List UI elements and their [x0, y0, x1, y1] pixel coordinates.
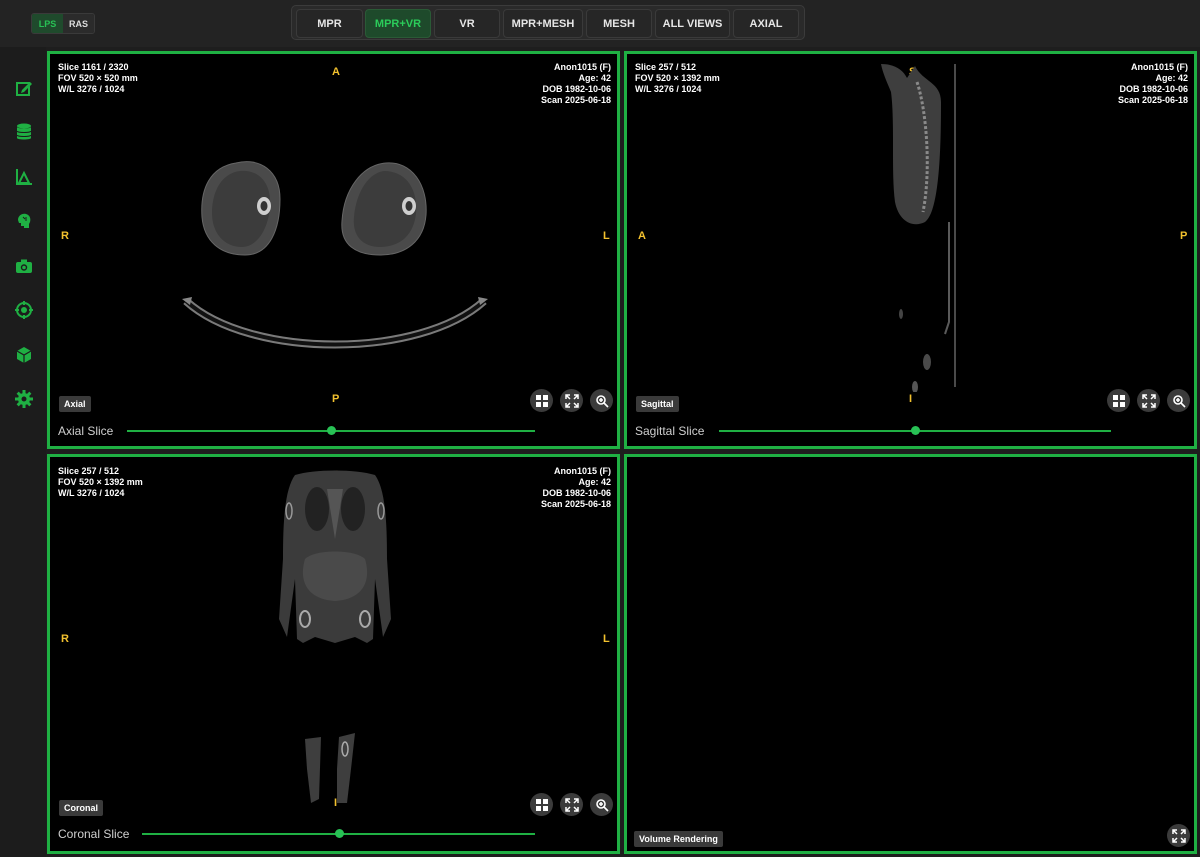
- window-level-info: W/L 3276 / 1024: [58, 84, 125, 94]
- layout-grid-button[interactable]: [530, 389, 553, 412]
- expand-icon: [564, 393, 579, 408]
- view-mpr-button[interactable]: MPR: [296, 9, 363, 38]
- patient-name: Anon1015 (F): [553, 62, 611, 72]
- view-mode-bar: MPR MPR+VR VR MPR+MESH MESH ALL VIEWS AX…: [291, 5, 805, 40]
- volume-rendering-viewport[interactable]: Volume Rendering: [624, 454, 1197, 854]
- grid-icon: [1112, 394, 1125, 407]
- orientation-top: A: [332, 66, 340, 78]
- patient-dob: DOB 1982-10-06: [542, 488, 611, 498]
- orientation-left: A: [638, 230, 646, 242]
- patient-name: Anon1015 (F): [1130, 62, 1188, 72]
- view-mpr-vr-button[interactable]: MPR+VR: [365, 9, 431, 38]
- view-mpr-mesh-button[interactable]: MPR+MESH: [503, 9, 583, 38]
- edit-icon[interactable]: [14, 78, 34, 98]
- slider-label: Coronal Slice: [58, 827, 130, 841]
- orientation-right: P: [1180, 230, 1188, 242]
- measure-icon[interactable]: [14, 167, 34, 187]
- axial-info-right: Anon1015 (F) Age: 42 DOB 1982-10-06 Scan…: [541, 62, 611, 106]
- maximize-button[interactable]: [1167, 824, 1190, 847]
- scan-date: Scan 2025-06-18: [540, 499, 611, 509]
- slice-info: Slice 257 / 512: [635, 62, 697, 72]
- sagittal-viewport[interactable]: Slice 257 / 512 FOV 520 × 1392 mm W/L 32…: [624, 51, 1197, 449]
- patient-age: Age: 42: [578, 73, 611, 83]
- coronal-ct-image: [279, 470, 391, 803]
- patient-age: Age: 42: [578, 477, 611, 487]
- view-vr-button[interactable]: VR: [434, 9, 500, 38]
- database-icon[interactable]: [14, 122, 34, 142]
- window-level-info: W/L 3276 / 1024: [58, 488, 125, 498]
- maximize-button[interactable]: [560, 793, 583, 816]
- view-axial-button[interactable]: AXIAL: [733, 9, 799, 38]
- zoom-icon: [1172, 394, 1186, 408]
- slider-thumb[interactable]: [327, 426, 336, 435]
- view-mesh-button[interactable]: MESH: [586, 9, 652, 38]
- patient-name: Anon1015 (F): [553, 466, 611, 476]
- zoom-button[interactable]: [590, 793, 613, 816]
- scan-date: Scan 2025-06-18: [1117, 95, 1188, 105]
- sagittal-info-left: Slice 257 / 512 FOV 520 × 1392 mm W/L 32…: [635, 62, 720, 95]
- viewport-label: Coronal: [59, 800, 104, 816]
- axial-ct-image: [182, 161, 488, 349]
- slider-label: Axial Slice: [58, 424, 114, 438]
- fov-info: FOV 520 × 520 mm: [58, 73, 138, 83]
- axial-viewport[interactable]: Slice 1161 / 2320 FOV 520 × 520 mm W/L 3…: [47, 51, 620, 449]
- coronal-viewport[interactable]: Slice 257 / 512 FOV 520 × 1392 mm W/L 32…: [47, 454, 620, 854]
- slice-info: Slice 257 / 512: [58, 466, 120, 476]
- fov-info: FOV 520 × 1392 mm: [58, 477, 143, 487]
- expand-icon: [1171, 828, 1186, 843]
- slider-label: Sagittal Slice: [635, 424, 705, 438]
- expand-icon: [564, 797, 579, 812]
- zoom-button[interactable]: [590, 389, 613, 412]
- tool-sidebar: [0, 47, 46, 857]
- layout-grid-button[interactable]: [530, 793, 553, 816]
- viewport-label: Sagittal: [636, 396, 679, 412]
- lps-button[interactable]: LPS: [32, 14, 63, 33]
- sagittal-ct-image: [881, 64, 956, 392]
- ras-button[interactable]: RAS: [63, 14, 94, 33]
- sagittal-slice-slider[interactable]: [719, 426, 1111, 435]
- window-level-info: W/L 3276 / 1024: [635, 84, 702, 94]
- maximize-button[interactable]: [1137, 389, 1160, 412]
- orientation-left: R: [61, 633, 69, 645]
- patient-age: Age: 42: [1155, 73, 1188, 83]
- coordinate-system-toggle: LPS RAS: [31, 13, 95, 34]
- axial-slice-slider[interactable]: [127, 426, 535, 435]
- patient-dob: DOB 1982-10-06: [1119, 84, 1188, 94]
- brain-icon[interactable]: [14, 211, 34, 231]
- coronal-slice-slider[interactable]: [142, 829, 535, 838]
- orientation-left: R: [61, 230, 69, 242]
- coronal-info-right: Anon1015 (F) Age: 42 DOB 1982-10-06 Scan…: [541, 466, 611, 510]
- maximize-button[interactable]: [560, 389, 583, 412]
- orientation-right: L: [603, 230, 610, 242]
- fov-info: FOV 520 × 1392 mm: [635, 73, 720, 83]
- patient-dob: DOB 1982-10-06: [542, 84, 611, 94]
- settings-icon[interactable]: [14, 389, 34, 409]
- camera-icon[interactable]: [14, 256, 34, 276]
- view-all-views-button[interactable]: ALL VIEWS: [655, 9, 730, 38]
- zoom-icon: [595, 798, 609, 812]
- orientation-bottom: P: [332, 393, 340, 405]
- zoom-icon: [595, 394, 609, 408]
- scan-date: Scan 2025-06-18: [540, 95, 611, 105]
- slider-thumb[interactable]: [911, 426, 920, 435]
- slice-info: Slice 1161 / 2320: [58, 62, 129, 72]
- grid-icon: [535, 798, 548, 811]
- axial-info-left: Slice 1161 / 2320 FOV 520 × 520 mm W/L 3…: [58, 62, 138, 95]
- orientation-right: L: [603, 633, 610, 645]
- target-icon[interactable]: [14, 300, 34, 320]
- top-toolbar: LPS RAS MPR MPR+VR VR MPR+MESH MESH ALL …: [0, 0, 1200, 47]
- cube-icon[interactable]: [14, 345, 34, 365]
- layout-grid-button[interactable]: [1107, 389, 1130, 412]
- expand-icon: [1141, 393, 1156, 408]
- orientation-bottom: I: [909, 393, 913, 405]
- sagittal-info-right: Anon1015 (F) Age: 42 DOB 1982-10-06 Scan…: [1118, 62, 1188, 106]
- slider-thumb[interactable]: [334, 829, 344, 838]
- zoom-button[interactable]: [1167, 389, 1190, 412]
- viewport-label: Axial: [59, 396, 91, 412]
- viewport-label: Volume Rendering: [634, 831, 723, 847]
- coronal-info-left: Slice 257 / 512 FOV 520 × 1392 mm W/L 32…: [58, 466, 143, 499]
- grid-icon: [535, 394, 548, 407]
